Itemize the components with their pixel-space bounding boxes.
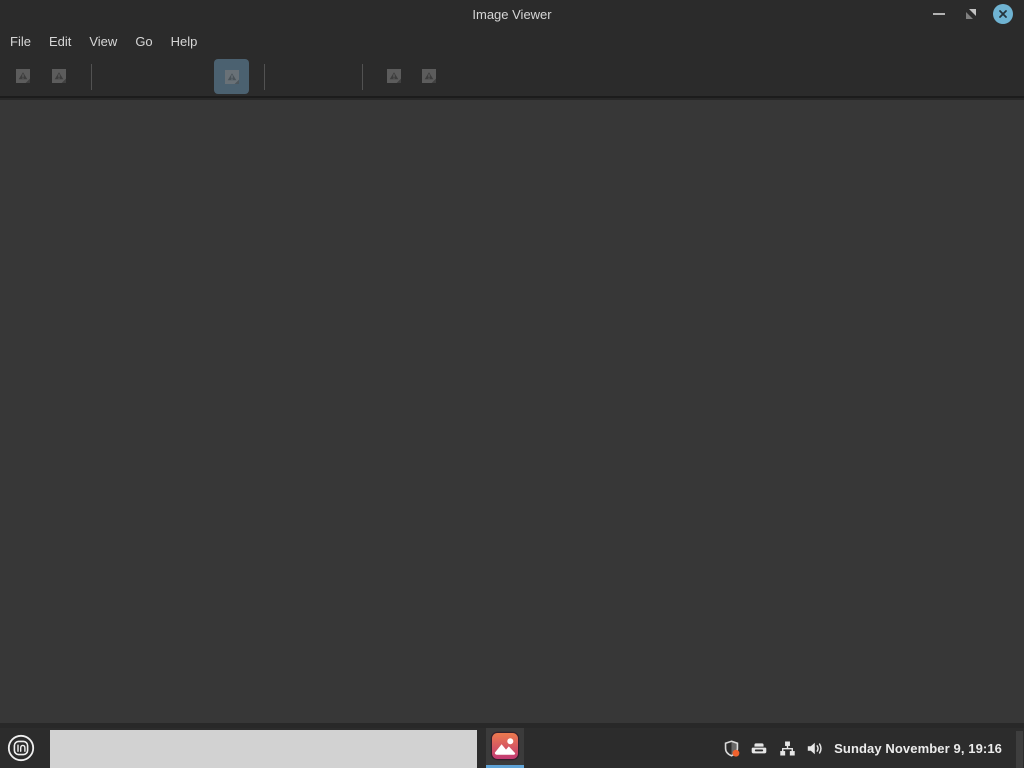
toolbar-button-rotate-left[interactable]	[378, 60, 410, 92]
update-shield-tray-icon[interactable]	[722, 728, 740, 768]
minimize-icon	[933, 13, 945, 15]
menu-go[interactable]: Go	[126, 30, 161, 53]
close-button[interactable]	[987, 0, 1019, 28]
taskbar-active-app-image-viewer[interactable]	[486, 728, 524, 768]
missing-image-icon	[224, 69, 240, 85]
missing-image-icon	[15, 68, 31, 84]
window-controls	[923, 0, 1019, 28]
shield-icon	[723, 740, 740, 757]
taskbar-clock[interactable]: Sunday November 9, 19:16	[834, 728, 1011, 768]
toolbar-button-rotate-right[interactable]	[413, 60, 445, 92]
close-icon	[993, 4, 1013, 24]
toolbar-button-active-toggle[interactable]	[214, 59, 249, 94]
image-viewer-app-icon	[490, 731, 520, 761]
image-viewer-empty-canvas	[0, 100, 1024, 723]
missing-image-icon	[386, 68, 402, 84]
titlebar[interactable]: Image Viewer	[0, 0, 1024, 28]
menu-edit[interactable]: Edit	[40, 30, 80, 53]
printer-tray-icon[interactable]	[750, 728, 768, 768]
printer-icon	[750, 740, 768, 757]
volume-icon	[806, 740, 824, 757]
volume-tray-icon[interactable]	[806, 728, 824, 768]
menubar: File Edit View Go Help	[0, 28, 1024, 54]
toolbar-button-previous[interactable]	[7, 60, 39, 92]
menu-help[interactable]: Help	[162, 30, 207, 53]
network-icon	[779, 740, 796, 757]
toolbar-separator	[264, 64, 265, 90]
taskbar-panel: Sunday November 9, 19:16	[0, 728, 1024, 768]
show-desktop-strip[interactable]	[1016, 731, 1023, 768]
menu-view[interactable]: View	[80, 30, 126, 53]
menu-file[interactable]: File	[1, 30, 40, 53]
missing-image-icon	[51, 68, 67, 84]
system-tray: Sunday November 9, 19:16	[722, 728, 1011, 768]
network-tray-icon[interactable]	[778, 728, 796, 768]
image-viewer-window-chrome: Image Viewer File Edit View Go Help	[0, 0, 1024, 98]
toolbar-button-next[interactable]	[43, 60, 75, 92]
minimize-button[interactable]	[923, 0, 955, 28]
toolbar-separator	[91, 64, 92, 90]
linux-mint-logo-icon	[7, 734, 35, 762]
missing-image-icon	[421, 68, 437, 84]
restore-icon	[966, 9, 976, 19]
restore-button[interactable]	[955, 0, 987, 28]
toolbar-separator	[362, 64, 363, 90]
window-title: Image Viewer	[472, 6, 552, 22]
toolbar	[0, 54, 1024, 98]
taskbar-window-list-item[interactable]	[50, 730, 477, 768]
mint-menu-button[interactable]	[6, 733, 36, 763]
desktop-screen: Image Viewer File Edit View Go Help Sund…	[0, 0, 1024, 768]
